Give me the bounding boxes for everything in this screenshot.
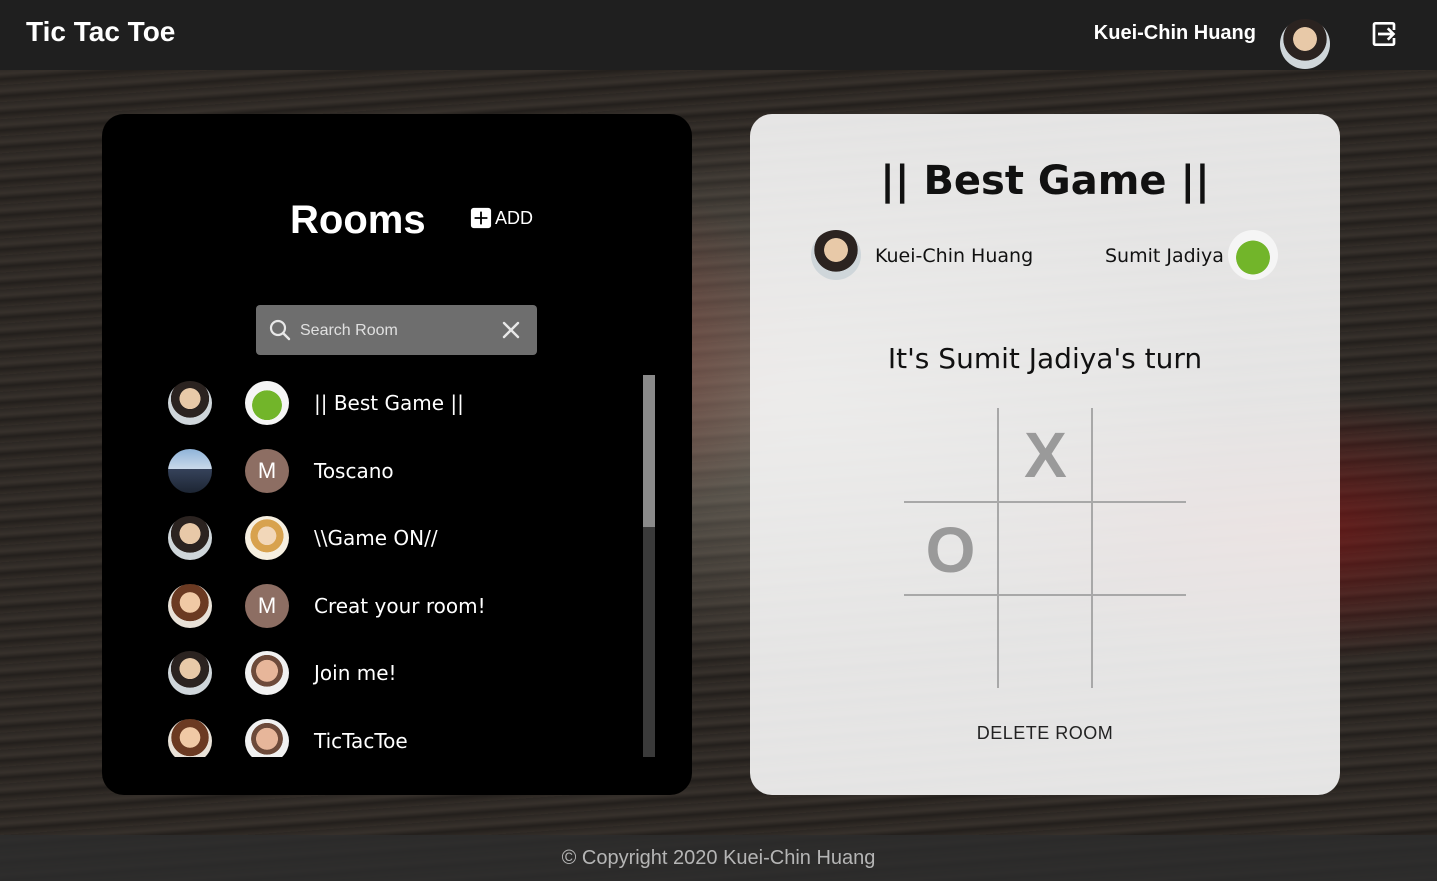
room-host-avatar	[168, 719, 212, 757]
logout-icon[interactable]	[1370, 18, 1402, 50]
room-host-avatar	[168, 651, 212, 695]
room-list-item[interactable]: Join me!	[168, 645, 638, 701]
room-host-avatar	[168, 449, 212, 493]
search-icon	[269, 319, 291, 341]
board-cell[interactable]	[999, 596, 1092, 689]
app-title: Tic Tac Toe	[26, 16, 176, 47]
room-guest-avatar: M	[245, 449, 289, 493]
player1-avatar	[811, 230, 861, 280]
room-list-item[interactable]: TicTacToe	[168, 713, 638, 757]
player2-avatar	[1228, 230, 1278, 280]
rooms-title: Rooms	[290, 198, 426, 242]
player2-name: Sumit Jadiya	[1105, 245, 1224, 267]
copyright-text: © Copyright 2020 Kuei-Chin Huang	[561, 847, 876, 869]
room-host-avatar	[168, 584, 212, 628]
game-room-title: || Best Game ||	[880, 158, 1210, 204]
room-guest-avatar	[245, 381, 289, 425]
add-room-label: ADD	[495, 207, 534, 228]
room-name: Join me!	[314, 661, 397, 685]
turn-status: It's Sumit Jadiya's turn	[887, 342, 1203, 375]
board-cell[interactable]	[904, 596, 997, 689]
footer: © Copyright 2020 Kuei-Chin Huang	[0, 835, 1437, 881]
board-cell[interactable]	[904, 408, 997, 501]
board-cell[interactable]	[999, 503, 1092, 596]
room-name: || Best Game ||	[314, 391, 464, 415]
user-avatar[interactable]	[1280, 19, 1330, 69]
top-app-bar: Tic Tac Toe Kuei-Chin Huang	[0, 0, 1437, 70]
board-cell[interactable]	[1093, 503, 1186, 596]
room-host-avatar	[168, 516, 212, 560]
rooms-panel: Rooms ADD || Best Game || M Toscano	[102, 114, 692, 795]
room-name: \\Game ON//	[314, 526, 438, 550]
add-room-button[interactable]: ADD	[470, 207, 533, 229]
search-room-box	[256, 305, 537, 355]
room-host-avatar	[168, 381, 212, 425]
add-box-icon	[470, 207, 492, 229]
board-cell[interactable]	[1093, 596, 1186, 689]
room-guest-avatar	[245, 516, 289, 560]
board-cell[interactable]: O	[904, 503, 997, 596]
board-cell[interactable]: X	[999, 408, 1092, 501]
room-list-item[interactable]: \\Game ON//	[168, 510, 638, 566]
room-list-item[interactable]: M Toscano	[168, 443, 638, 499]
close-icon[interactable]	[499, 318, 523, 342]
scrollbar-thumb[interactable]	[643, 375, 655, 527]
room-name: TicTacToe	[314, 729, 408, 753]
board-cell[interactable]	[1093, 408, 1186, 501]
room-list-item[interactable]: M Creat your room!	[168, 578, 638, 634]
game-panel: || Best Game || Kuei-Chin Huang Sumit Ja…	[750, 114, 1340, 795]
room-name: Creat your room!	[314, 594, 486, 618]
tic-tac-toe-board: X O	[904, 408, 1186, 688]
delete-room-button[interactable]: DELETE ROOM	[750, 723, 1340, 744]
room-name: Toscano	[314, 459, 394, 483]
room-list: || Best Game || M Toscano \\Game ON// M …	[102, 375, 642, 757]
player1-name: Kuei-Chin Huang	[875, 245, 1034, 267]
room-guest-avatar: M	[245, 584, 289, 628]
search-room-input[interactable]	[298, 313, 492, 349]
room-list-item[interactable]: || Best Game ||	[168, 375, 638, 431]
room-guest-avatar	[245, 719, 289, 757]
room-guest-avatar	[245, 651, 289, 695]
current-user-name: Kuei-Chin Huang	[1093, 22, 1256, 44]
